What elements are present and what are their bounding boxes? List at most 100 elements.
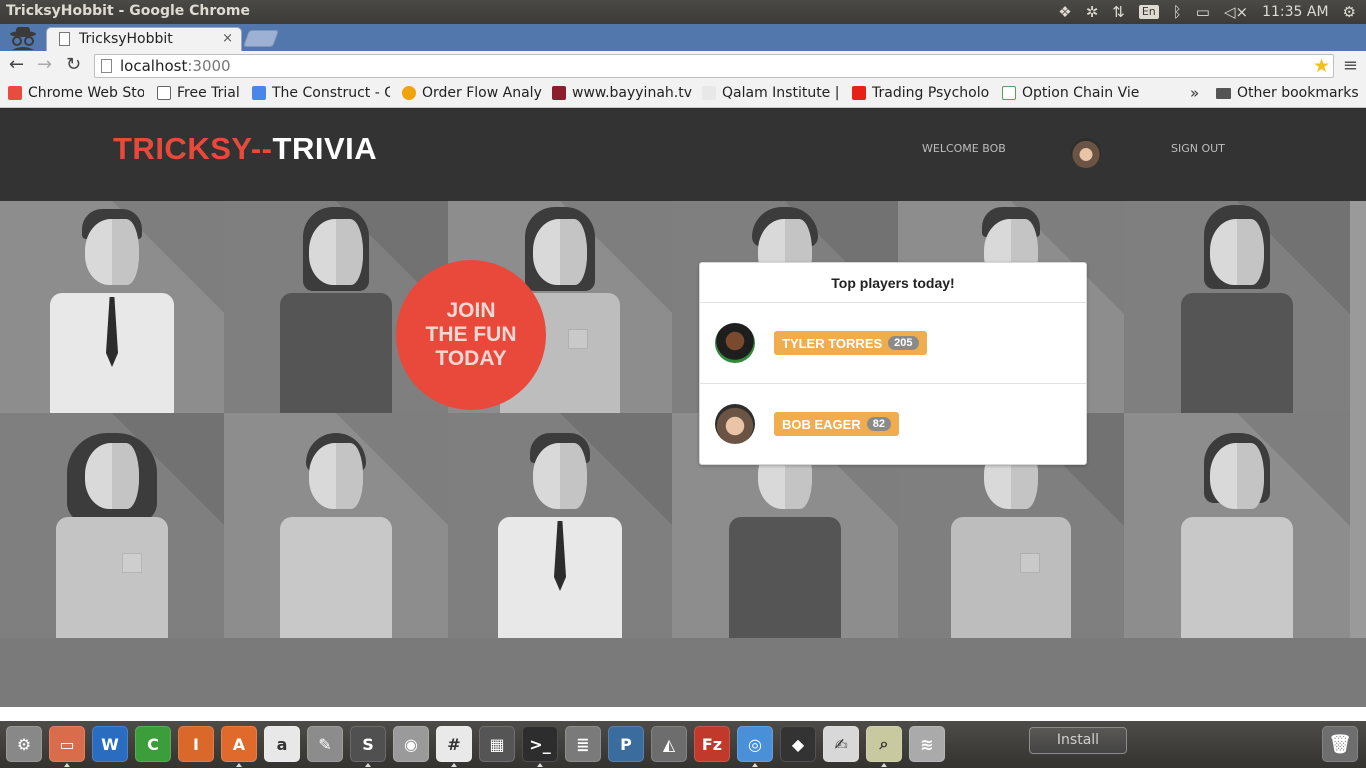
sublime-icon[interactable]: S <box>350 726 386 762</box>
bookmark-star-icon[interactable]: ★ <box>1313 55 1330 77</box>
url-text[interactable]: localhost:3000 <box>120 57 231 75</box>
calc-icon[interactable]: C <box>135 726 171 762</box>
bookmark-item[interactable]: The Construct - G <box>252 85 390 101</box>
avatar-illustration <box>1350 201 1366 638</box>
hero-banner: JOIN THE FUN TODAY Top players today! TY… <box>0 201 1366 638</box>
tab-strip: TricksyHobbit × <box>0 24 1366 51</box>
player-score: 82 <box>866 417 891 431</box>
app-dock: ⚙ ▭ W C I Aa ✎ S ◉ # ▦ >_ ≣ P ◭ Fz ◎ ◆ ✍ ⌕ ≋ Install 🗑 <box>0 721 1366 768</box>
back-arrow-icon[interactable]: ← <box>9 55 24 75</box>
workspaces-icon[interactable]: ▦ <box>479 726 515 762</box>
terminal-icon[interactable]: >_ <box>522 726 558 762</box>
welcome-text: WELCOME BOB <box>922 142 1006 155</box>
window-title: TricksyHobbit - Google Chrome <box>6 3 250 19</box>
player-score: 205 <box>888 336 919 350</box>
running-indicator <box>365 763 371 767</box>
running-indicator <box>752 763 758 767</box>
bookmark-item[interactable]: Chrome Web Sto <box>8 85 144 101</box>
settings-gear-icon[interactable]: ✲ <box>1086 0 1099 24</box>
bookmarks-overflow-chevron-icon[interactable]: » <box>1190 84 1199 102</box>
keyboard-layout-indicator[interactable]: En <box>1138 5 1159 19</box>
trash-icon[interactable]: 🗑 <box>1322 726 1358 762</box>
join-the-fun-button[interactable]: JOIN THE FUN TODAY <box>396 260 546 410</box>
running-indicator <box>451 763 457 767</box>
forward-arrow-icon[interactable]: → <box>37 55 52 75</box>
close-tab-icon[interactable]: × <box>222 31 233 46</box>
user-avatar[interactable] <box>1071 138 1101 168</box>
checkmark-icon <box>1002 86 1016 100</box>
disk-icon[interactable]: ◉ <box>393 726 429 762</box>
compass-icon[interactable]: ◭ <box>651 726 687 762</box>
page-footer-strip <box>0 707 1366 721</box>
bluetooth-icon[interactable]: ᛒ <box>1173 0 1182 24</box>
impress-icon[interactable]: I <box>178 726 214 762</box>
network-arrows-icon[interactable]: ⇅ <box>1112 0 1125 24</box>
page-info-icon[interactable] <box>101 59 112 73</box>
bookmark-item[interactable]: Order Flow Analy <box>402 85 542 101</box>
reload-icon[interactable]: ↻ <box>66 55 81 75</box>
bookmark-item[interactable]: Free Trial <box>157 85 243 101</box>
system-indicators: ❖ ✲ ⇅ En ᛒ ▭ ◁× 11:35 AM ⚙ <box>1058 0 1356 24</box>
clock[interactable]: 11:35 AM <box>1262 0 1328 24</box>
qalam-icon <box>702 86 716 100</box>
running-indicator <box>64 763 70 767</box>
tab-tricksyhobbit[interactable]: TricksyHobbit × <box>46 27 242 51</box>
bayyinah-icon <box>552 86 566 100</box>
bookmark-item[interactable]: Qalam Institute | <box>702 85 842 101</box>
r-logo-icon <box>157 86 171 100</box>
new-tab-button[interactable] <box>242 30 280 47</box>
top-players-card: Top players today! TYLER TORRES 205 BOB … <box>699 262 1087 465</box>
software-center-icon[interactable]: A <box>221 726 257 762</box>
address-bar[interactable]: localhost:3000 ★ <box>94 54 1334 78</box>
page-bottom-section <box>0 638 1366 707</box>
chrome-menu-icon[interactable]: ≡ <box>1343 55 1358 76</box>
avatar-illustration <box>0 413 224 638</box>
filezilla-icon[interactable]: Fz <box>694 726 730 762</box>
inkscape-icon[interactable]: ◆ <box>780 726 816 762</box>
volume-muted-icon[interactable]: ◁× <box>1224 0 1248 24</box>
google-docs-icon <box>252 86 266 100</box>
bookmarks-bar: Chrome Web Sto Free Trial The Construct … <box>0 81 1366 108</box>
tools-icon[interactable]: ✎ <box>307 726 343 762</box>
network-icon[interactable]: ≋ <box>909 726 945 762</box>
slack-icon[interactable]: # <box>436 726 472 762</box>
amazon-icon[interactable]: a <box>264 726 300 762</box>
player-name-badge[interactable]: TYLER TORRES 205 <box>774 331 927 355</box>
bookmark-item[interactable]: www.bayyinah.tv <box>552 85 692 101</box>
sign-out-link[interactable]: SIGN OUT <box>1171 142 1225 155</box>
image-viewer-icon[interactable]: ⌕ <box>866 726 902 762</box>
avatar-illustration <box>0 201 224 413</box>
site-logo[interactable]: TRICKSY--TRIVIA <box>113 131 377 167</box>
text-editor-icon[interactable]: ✍ <box>823 726 859 762</box>
avatar-illustration <box>1124 201 1350 413</box>
other-bookmarks-folder[interactable]: Other bookmarks <box>1216 85 1362 101</box>
orange-circle-icon <box>402 86 416 100</box>
system-settings-icon[interactable]: ⚙ <box>6 726 42 762</box>
running-indicator <box>236 763 242 767</box>
player-row: BOB EAGER 82 <box>700 384 1086 465</box>
web-page: TRICKSY--TRIVIA WELCOME BOB SIGN OUT JOI… <box>0 109 1366 707</box>
battery-icon[interactable]: ▭ <box>1196 0 1210 24</box>
page-icon <box>59 32 70 46</box>
running-indicator <box>881 763 887 767</box>
os-top-panel: TricksyHobbit - Google Chrome ❖ ✲ ⇅ En ᛒ… <box>0 0 1366 24</box>
player-name-badge[interactable]: BOB EAGER 82 <box>774 412 899 436</box>
avatar-illustration <box>224 413 448 638</box>
incognito-icon <box>10 27 36 50</box>
install-button[interactable]: Install <box>1029 727 1127 754</box>
avatar-illustration <box>1124 413 1350 638</box>
postgres-icon[interactable]: P <box>608 726 644 762</box>
youtube-icon <box>852 86 866 100</box>
bookmark-item[interactable]: Trading Psycholo <box>852 85 990 101</box>
tab-title: TricksyHobbit <box>79 31 173 47</box>
running-indicator <box>537 763 543 767</box>
bookmark-item[interactable]: Option Chain Vie <box>1002 85 1142 101</box>
files-icon[interactable]: ▭ <box>49 726 85 762</box>
chrome-icon[interactable]: ◎ <box>737 726 773 762</box>
top-players-title: Top players today! <box>700 263 1086 303</box>
chrome-web-store-icon <box>8 86 22 100</box>
dropbox-icon[interactable]: ❖ <box>1058 0 1071 24</box>
database-icon[interactable]: ≣ <box>565 726 601 762</box>
writer-icon[interactable]: W <box>92 726 128 762</box>
power-gear-icon[interactable]: ⚙ <box>1343 0 1356 24</box>
